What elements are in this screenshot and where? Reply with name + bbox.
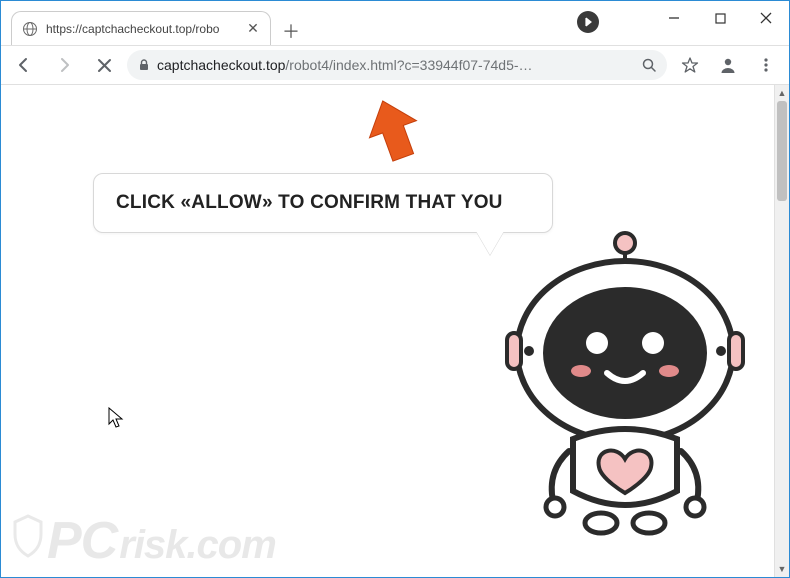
address-bar[interactable]: captchacheckout.top/robot4/index.html?c=… (127, 50, 667, 80)
mouse-cursor-icon (107, 407, 125, 429)
watermark-pc: PC (47, 511, 117, 571)
browser-tab[interactable]: https://captchacheckout.top/robo ✕ (11, 11, 271, 45)
media-icon[interactable] (577, 11, 599, 33)
new-tab-button[interactable]: ＋ (277, 17, 305, 45)
url-path: /robot4/index.html?c=33944f07-74d5-… (285, 57, 532, 73)
scroll-up-button[interactable]: ▲ (775, 85, 789, 101)
robot-illustration (477, 221, 757, 541)
forward-button[interactable] (47, 48, 81, 82)
vertical-scrollbar[interactable]: ▲ ▼ (774, 85, 789, 577)
maximize-button[interactable] (697, 1, 743, 35)
speech-text: CLICK «ALLOW» TO CONFIRM THAT YOU (116, 192, 530, 214)
search-icon[interactable] (641, 57, 657, 73)
globe-icon (22, 21, 38, 37)
scroll-thumb[interactable] (777, 101, 787, 201)
toolbar: captchacheckout.top/robot4/index.html?c=… (1, 45, 789, 85)
window-controls (651, 1, 789, 35)
profile-icon[interactable] (711, 48, 745, 82)
lock-icon[interactable] (137, 58, 151, 72)
back-button[interactable] (7, 48, 41, 82)
titlebar: https://captchacheckout.top/robo ✕ ＋ (1, 1, 789, 45)
scroll-down-button[interactable]: ▼ (775, 561, 789, 577)
url-text: captchacheckout.top/robot4/index.html?c=… (157, 57, 635, 73)
window-close-button[interactable] (743, 1, 789, 35)
url-host: captchacheckout.top (157, 57, 285, 73)
page-content: CLICK «ALLOW» TO CONFIRM THAT YOU (1, 85, 789, 577)
minimize-button[interactable] (651, 1, 697, 35)
watermark-risk: risk.com (119, 523, 276, 568)
tab-title: https://captchacheckout.top/robo (46, 22, 238, 36)
menu-icon[interactable] (749, 48, 783, 82)
toolbar-right (673, 48, 783, 82)
watermark: PC risk.com (11, 511, 276, 571)
tab-strip: https://captchacheckout.top/robo ✕ ＋ (1, 1, 305, 45)
annotation-arrow-icon (359, 97, 429, 167)
tab-close-button[interactable]: ✕ (246, 22, 260, 36)
stop-reload-button[interactable] (87, 48, 121, 82)
star-icon[interactable] (673, 48, 707, 82)
browser-window: https://captchacheckout.top/robo ✕ ＋ (0, 0, 790, 578)
